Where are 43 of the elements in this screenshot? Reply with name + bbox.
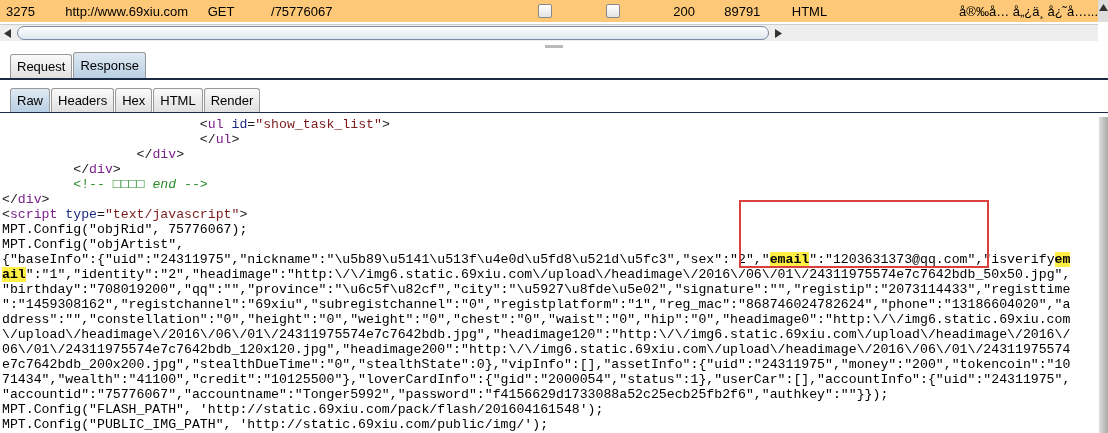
code-line: MPT.Config("PUBLIC_IMG_PATH", 'http://static.69xiu.com/public/img/'); [2,417,550,432]
table-cell: HTML [791,3,828,19]
view-tab[interactable]: Hex [115,88,153,112]
code-line: </div> [72,162,122,177]
code-line: MPT.Config("objRid", 75776067); [2,222,249,237]
table-cell: /75776067 [271,3,333,19]
message-tab[interactable]: Request [10,54,73,78]
table-cell: å®‰å… å„¿ä¸ å¿˜å…... [959,3,1098,19]
view-tab[interactable]: Render [203,88,261,112]
table-cell: 3275 [6,3,35,19]
view-tab[interactable]: Headers [51,88,115,112]
code-line: ":"1459308162","registchannel":"69xiu","subregistchannel":"0","registplatform":"1","reg_mac":"868746024782624","phone":"13186604020","a [2,297,1072,312]
code-line: ddress":"","constellation":"0","height":"0","weight":"0","chest":"0","waist":"0","hip":"0","headimage0":"http:\/\/img6.static.69xiu.com [2,312,1072,327]
message-tab[interactable]: Response [73,52,146,78]
table-cell: http://www.69xiu.com [65,3,189,19]
view-tab[interactable]: Raw [10,88,50,112]
scroll-left-arrow-icon[interactable] [4,28,11,38]
table-cell: 200 [673,3,695,19]
code-line: ail":"1","identity":"2","headimage":"http:\/\/img6.static.69xiu.com\/upload\/headimage\/2016\/06\/01\/24311975574e7c7642bdb_50x50.jpg", [2,267,1072,282]
code-line: MPT.Config("FLASH_PATH", 'http://static.69xiu.com/pack/flash/201604161548'); [2,402,605,417]
checkbox[interactable] [605,4,620,18]
checkbox[interactable] [538,4,553,18]
code-line: \/upload\/headimage\/2016\/06\/01\/24311975574e7c7642bdb.jpg","headimage120":"http:\/\/img6.static.69xiu.com\/upload\/headimage\/2016\/ [2,327,1072,342]
code-line: </ul> [198,132,241,147]
code-line: "accountid":"75776067","accountname":"Tonger5992","password":"f4156629d1733088a52c25ecb25fb2f6","authkey":""}}); [2,387,890,402]
scroll-right-arrow-icon[interactable] [775,28,782,38]
splitter-handle[interactable] [545,44,563,48]
code-line: <!-- □□□□ end --> [72,177,209,192]
vertical-scrollbar[interactable] [1099,117,1108,433]
code-line: </div> [2,192,51,207]
code-line: 71434","wealth":"41100","credit":"10125500"},"loverCardInfo":{"gid":"2000054","status":1},"userCar":[],"accountInfo":{"uid":"24311975", [2,372,1072,387]
code-line: </div> [135,147,186,162]
request-row[interactable]: 3275 http://www.69xiu.com GET /75776067 200 89791 HTML å®‰å… å„¿ä¸ å¿˜å…... [0,0,1098,22]
code-line: MPT.Config("objArtist", [2,237,186,252]
table-cell: 89791 [724,3,761,19]
horizontal-scrollbar[interactable] [0,24,1098,41]
code-line: 06\/01\/24311975574e7c7642bdb_120x120.jpg","headimage200":"http:\/\/img6.static.69xiu.com\/upload\/headimage\/2016\/06\/01\/24311975574 [2,342,1072,357]
code-line: <script type="text/javascript"> [2,207,249,222]
code-line: e7c7642bdb_200x200.jpg","stealthDueTime":"0","stealthState":0},"vipInfo":[],"assetInfo":{"uid":"24311975","money":"200","tokencoin":"10 [2,357,1072,372]
view-tab[interactable]: HTML [153,88,203,112]
code-line: "birthday":"708019200","qq":"","province":"\u6c5f\u82cf","city":"\u5927\u8fde\u5e02","signature":"","registip":"2073114433","registtime [2,282,1072,297]
table-cell: GET [207,3,235,19]
code-line: <ul id="show_task_list"> [198,117,391,132]
